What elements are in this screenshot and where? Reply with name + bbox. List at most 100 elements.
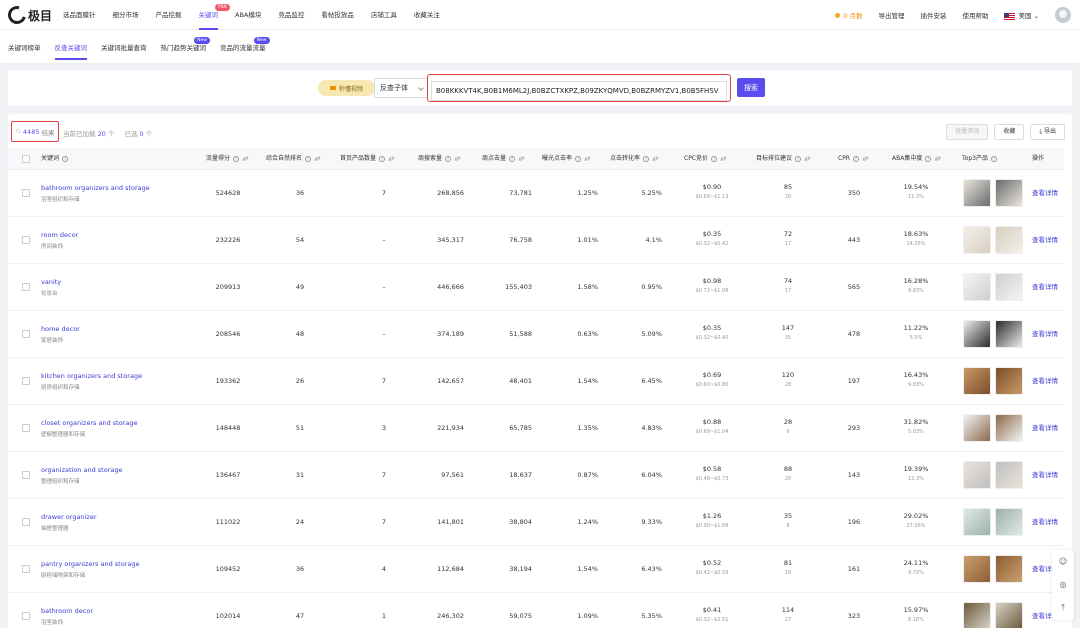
view-details-link[interactable]: 查看详情 [1032,405,1058,451]
keyword-link[interactable]: bathroom organizers and storage [41,184,150,192]
product-thumbnail[interactable] [963,414,991,442]
tab-reverse-keyword[interactable]: 反查关键词 [54,30,87,64]
weekly-click: 18,637 [509,471,532,479]
view-details-link[interactable]: 查看详情 [1032,217,1058,263]
col-weekly-click[interactable]: 周点击量? ▲▼ [482,148,525,170]
row-checkbox[interactable] [22,565,30,573]
country-selector[interactable]: 美国 ⌄ [1004,10,1039,20]
nav-item-product[interactable]: 产品挖掘 [156,0,182,30]
keyword-link[interactable]: home decor [41,325,80,333]
video-guide-button[interactable]: 秒懂视频 [318,80,375,96]
logo[interactable]: 极目 [4,2,52,28]
col-cpc[interactable]: CPC竞价? ▲▼ [684,148,727,170]
row-checkbox[interactable] [22,330,30,338]
nav-item-store-tools[interactable]: 店铺工具 [371,0,397,30]
support-icon[interactable]: ☺ [1052,550,1074,573]
keyword-link[interactable]: organization and storage [41,466,122,474]
search-button[interactable]: 搜索 [737,78,765,97]
keyword-link[interactable]: drawer organizer [41,513,97,521]
tab-keyword-list[interactable]: 关键词榜单 [8,30,41,64]
col-natural-rank[interactable]: 综合自然排名? ▲▼ [266,148,321,170]
plugin-install-link[interactable]: 插件安装 [920,10,946,20]
nav-item-market[interactable]: 细分市场 [113,0,139,30]
tab-competitor-traffic[interactable]: 竞品的流量流量 New [220,30,270,64]
batch-add-button[interactable]: 批量添加 [946,124,989,140]
country-label: 美国 [1018,12,1032,20]
nav-item-favorites[interactable]: 收藏关注 [414,0,440,30]
view-details-link[interactable]: 查看详情 [1032,499,1058,545]
row-checkbox[interactable] [22,612,30,620]
feedback-icon[interactable]: ◎ [1052,573,1074,596]
product-thumbnail[interactable] [963,367,991,395]
nav-item-keywords[interactable]: 关键词 Hot [198,0,230,30]
collect-button[interactable]: 收藏 [994,124,1025,140]
product-thumbnail[interactable] [963,226,991,254]
col-label: 首页产品数量 [340,155,377,162]
product-thumbnail[interactable] [995,226,1023,254]
help-link[interactable]: 使用帮助 [962,10,988,20]
col-first-page-count[interactable]: 首页产品数量? ▲▼ [340,148,395,170]
product-thumbnail[interactable] [963,320,991,348]
col-keyword[interactable]: 关键词? [41,148,69,170]
asin-input[interactable] [431,81,727,101]
keyword-link[interactable]: room decor [41,231,78,239]
aba-sub: 11.3% [908,194,924,200]
keyword-link[interactable]: kitchen organizers and storage [41,372,142,380]
product-thumbnail[interactable] [995,320,1023,348]
view-details-link[interactable]: 查看详情 [1032,170,1058,216]
export-button[interactable]: ⤓ 导出 [1030,124,1065,140]
col-cvr[interactable]: 点击转化率? ▲▼ [610,148,659,170]
product-thumbnail[interactable] [995,367,1023,395]
product-thumbnail[interactable] [995,508,1023,536]
product-thumbnail[interactable] [963,179,991,207]
keyword-link[interactable]: closet organizers and storage [41,419,137,427]
query-type-select[interactable]: 反查子体 [374,78,429,98]
col-cpr[interactable]: CPR? ▲▼ [838,148,869,170]
back-to-top-icon[interactable]: ⤒ [1052,596,1074,619]
select-all-checkbox[interactable] [22,155,30,163]
col-traffic-score[interactable]: 流量得分? ▲▼ [206,148,249,170]
product-thumbnail[interactable] [963,555,991,583]
row-checkbox[interactable] [22,518,30,526]
export-manage-link[interactable]: 导出管理 [878,10,904,20]
nav-item-selection[interactable]: 选品面膜针 [63,0,96,30]
info-icon: ? [62,156,69,162]
avatar[interactable] [1055,7,1071,23]
row-checkbox[interactable] [22,283,30,291]
product-thumbnail[interactable] [995,461,1023,489]
col-target-rank[interactable]: 目标排位建议? ▲▼ [756,148,811,170]
target-rank-cell: 88 20 [768,465,808,482]
product-thumbnail[interactable] [995,602,1023,628]
tab-batch-query[interactable]: 关键词批量查询 [101,30,147,64]
tab-trending-keywords[interactable]: 热门趋势关键词 New [161,30,210,64]
row-checkbox[interactable] [22,377,30,385]
keyword-link[interactable]: bathroom decor [41,607,93,615]
product-thumbnail[interactable] [963,602,991,628]
nav-label: 关键词 [198,11,219,19]
keyword-link[interactable]: pantry organizers and storage [41,560,139,568]
nav-item-competitor[interactable]: 竞品监控 [278,0,304,30]
row-checkbox[interactable] [22,424,30,432]
view-details-link[interactable]: 查看详情 [1032,358,1058,404]
nav-item-ads[interactable]: 看帖投放品 [321,0,354,30]
cvr-value: 5.25% [641,189,662,197]
view-details-link[interactable]: 查看详情 [1032,264,1058,310]
product-thumbnail[interactable] [995,273,1023,301]
keyword-link[interactable]: vanity [41,278,61,286]
product-thumbnail[interactable] [995,414,1023,442]
row-checkbox[interactable] [22,189,30,197]
points-link[interactable]: 0 点数 [835,10,862,20]
nav-item-aba[interactable]: ABA模块 [235,0,261,30]
product-thumbnail[interactable] [963,461,991,489]
product-thumbnail[interactable] [995,555,1023,583]
product-thumbnail[interactable] [963,273,991,301]
view-details-link[interactable]: 查看详情 [1032,452,1058,498]
product-thumbnail[interactable] [963,508,991,536]
col-aba-concentration[interactable]: ABA集中度? ▲▼ [892,148,941,170]
col-weekly-search[interactable]: 周搜索量? ▲▼ [418,148,461,170]
row-checkbox[interactable] [22,471,30,479]
row-checkbox[interactable] [22,236,30,244]
product-thumbnail[interactable] [995,179,1023,207]
view-details-link[interactable]: 查看详情 [1032,311,1058,357]
col-ctr[interactable]: 曝光点击率? ▲▼ [542,148,591,170]
